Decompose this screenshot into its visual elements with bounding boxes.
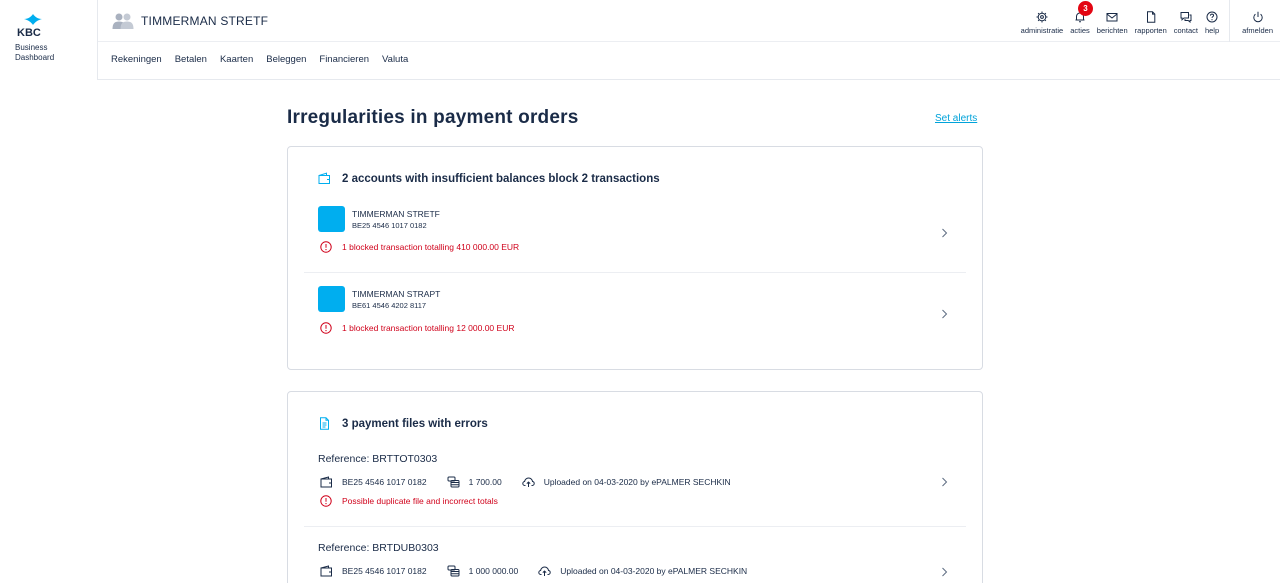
brand-subtitle-line2: Dashboard <box>15 53 55 62</box>
brand-subtitle-line1: Business <box>15 43 48 52</box>
users-icon <box>112 13 134 29</box>
account-row[interactable]: TIMMERMAN STRAPT BE61 4546 4202 8117 1 b… <box>304 273 966 353</box>
tool-label: rapporten <box>1134 26 1167 35</box>
file-reference: Reference: BRTDUB0303 <box>318 542 439 554</box>
file-meta: BE25 4546 1017 0182 1 700.00 Uploaded on… <box>320 476 751 488</box>
file-upload-info: Uploaded on 04-03-2020 by ePALMER SECHKI… <box>522 476 731 488</box>
nav-item-beleggen[interactable]: Beleggen <box>266 54 306 65</box>
error-text: Possible duplicate file and incorrect to… <box>342 496 498 506</box>
document-icon <box>1146 11 1156 23</box>
account-row[interactable]: TIMMERMAN STRETF BE25 4546 1017 0182 1 b… <box>304 197 966 273</box>
power-icon <box>1252 11 1263 23</box>
account-iban: BE61 4546 4202 8117 <box>352 301 427 310</box>
company-switcher[interactable]: TIMMERMAN STRETF <box>112 12 268 30</box>
file-meta: BE25 4546 1017 0182 1 000 000.00 Uploade… <box>320 565 767 577</box>
notification-badge: 3 <box>1078 1 1093 16</box>
file-amount-text: 1 700.00 <box>468 477 502 487</box>
file-upload-text: Uploaded on 04-03-2020 by ePALMER SECHKI… <box>543 477 731 487</box>
file-account: BE25 4546 1017 0182 <box>320 476 427 488</box>
cloud-upload-icon <box>522 477 535 487</box>
file-upload-text: Uploaded on 04-03-2020 by ePALMER SECHKI… <box>560 566 748 576</box>
file-icon <box>320 417 329 430</box>
nav-item-betalen[interactable]: Betalen <box>175 54 207 65</box>
question-icon <box>1206 11 1218 23</box>
tool-acties[interactable]: 3 acties <box>1070 0 1093 35</box>
tool-label: administratie <box>1020 26 1064 35</box>
file-upload-info: Uploaded on 04-03-2020 by ePALMER SECHKI… <box>538 565 747 577</box>
alert-circle-icon <box>320 495 332 507</box>
wallet-icon <box>318 172 330 184</box>
tool-administratie[interactable]: administratie <box>1020 0 1064 35</box>
set-alerts-link[interactable]: Set alerts <box>935 113 977 124</box>
coins-icon <box>447 476 460 488</box>
account-avatar <box>318 206 345 232</box>
card-heading-text: 2 accounts with insufficient balances bl… <box>342 172 660 185</box>
account-name: TIMMERMAN STRAPT <box>352 289 441 299</box>
wallet-icon <box>320 476 332 488</box>
nav-item-valuta[interactable]: Valuta <box>382 54 408 65</box>
chevron-right-icon <box>942 309 948 319</box>
header-tools: administratie 3 acties berichten rapport… <box>1014 0 1273 42</box>
tool-help[interactable]: help <box>1205 0 1219 35</box>
page-title: Irregularities in payment orders <box>287 107 579 128</box>
chevron-right-icon <box>942 477 948 487</box>
main-nav: Rekeningen Betalen Kaarten Beleggen Fina… <box>98 42 1280 80</box>
chevron-right-icon <box>942 567 948 577</box>
company-name: TIMMERMAN STRETF <box>141 14 269 28</box>
chat-icon <box>1180 12 1192 23</box>
file-account: BE25 4546 1017 0182 <box>320 565 427 577</box>
top-bar: TIMMERMAN STRETF administratie 3 acties … <box>98 0 1280 42</box>
tool-label: contact <box>1173 26 1198 35</box>
kbc-logo-icon: KBC <box>17 14 42 37</box>
file-account-text: BE25 4546 1017 0182 <box>342 477 427 487</box>
tool-label: acties <box>1070 26 1090 35</box>
error-message: 1 blocked transaction totalling 410 000.… <box>320 241 519 253</box>
nav-item-financieren[interactable]: Financieren <box>319 54 369 65</box>
tool-label: help <box>1204 26 1220 35</box>
card-heading: 2 accounts with insufficient balances bl… <box>318 172 660 185</box>
file-amount: 1 700.00 <box>447 476 502 488</box>
wallet-icon <box>320 565 332 577</box>
alert-circle-icon <box>320 241 332 253</box>
brand-block[interactable]: KBC Business Dashboard <box>0 0 98 80</box>
error-text: 1 blocked transaction totalling 410 000.… <box>342 242 520 252</box>
payment-file-row[interactable]: Reference: BRTTOT0303 BE25 4546 1017 018… <box>304 445 966 527</box>
file-reference: Reference: BRTTOT0303 <box>318 453 438 465</box>
cloud-upload-icon <box>538 566 551 576</box>
error-text: 1 blocked transaction totalling 12 000.0… <box>342 323 515 333</box>
error-message: Possible duplicate file and incorrect to… <box>320 495 498 507</box>
account-iban: BE25 4546 1017 0182 <box>352 221 427 230</box>
chevron-right-icon <box>942 228 948 238</box>
brand-subtitle: Business Dashboard <box>15 43 54 63</box>
svg-text:KBC: KBC <box>17 27 41 37</box>
file-amount-text: 1 000 000.00 <box>468 566 519 576</box>
alert-circle-icon <box>320 322 332 334</box>
card-heading: 3 payment files with errors <box>318 417 488 430</box>
tool-rapporten[interactable]: rapporten <box>1135 0 1167 35</box>
file-amount: 1 000 000.00 <box>447 565 519 577</box>
error-message: 1 blocked transaction totalling 12 000.0… <box>320 322 514 334</box>
gear-icon <box>1036 11 1048 23</box>
nav-item-rekeningen[interactable]: Rekeningen <box>111 54 162 65</box>
account-avatar <box>318 286 345 312</box>
coins-icon <box>447 565 460 577</box>
logout-label: afmelden <box>1242 26 1273 35</box>
tool-contact[interactable]: contact <box>1174 0 1198 35</box>
file-account-text: BE25 4546 1017 0182 <box>342 566 427 576</box>
payment-file-row[interactable]: Reference: BRTDUB0303 BE25 4546 1017 018… <box>304 527 966 583</box>
card-heading-text: 3 payment files with errors <box>342 417 488 430</box>
envelope-icon <box>1106 13 1118 22</box>
header-divider <box>1229 0 1231 42</box>
account-name: TIMMERMAN STRETF <box>352 209 440 219</box>
tool-label: berichten <box>1096 26 1128 35</box>
logout-button[interactable]: afmelden <box>1242 0 1273 35</box>
nav-item-kaarten[interactable]: Kaarten <box>220 54 253 65</box>
blocked-transactions-card: 2 accounts with insufficient balances bl… <box>287 146 983 370</box>
tool-berichten[interactable]: berichten <box>1097 0 1128 35</box>
payment-files-card: 3 payment files with errors Reference: B… <box>287 391 983 583</box>
